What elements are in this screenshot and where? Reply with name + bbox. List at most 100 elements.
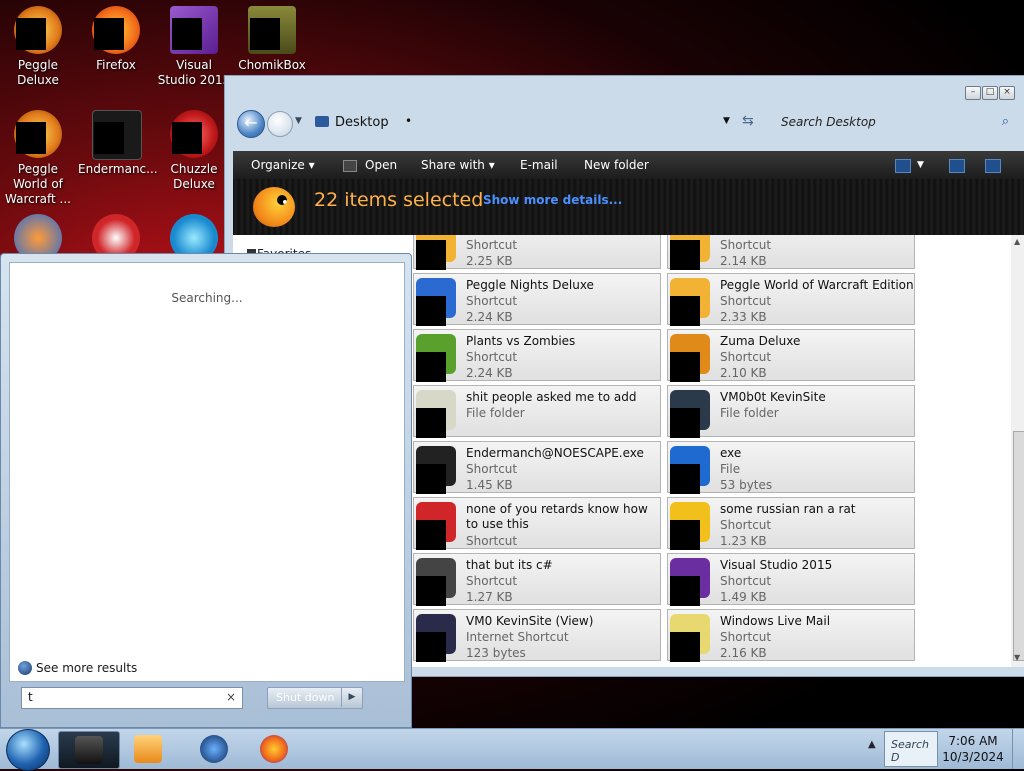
file-size: 2.16 KB (720, 646, 767, 660)
file-tile[interactable]: Shortcut 2.14 KB (667, 235, 915, 270)
globe-icon (18, 661, 32, 675)
maximize-button[interactable]: □ (982, 86, 998, 100)
email-button[interactable]: E-mail (520, 158, 558, 172)
help-icon[interactable] (985, 159, 1001, 173)
file-tile[interactable]: Windows Live Mail Shortcut 2.16 KB (667, 609, 915, 662)
file-tile[interactable]: shit people asked me to add File folder (413, 385, 661, 438)
file-tile[interactable]: that but its c# Shortcut 1.27 KB (413, 553, 661, 606)
open-button[interactable]: Open (343, 158, 397, 172)
file-size: 123 bytes (466, 646, 526, 660)
file-tile[interactable]: Peggle World of Warcraft Edition Shortcut… (667, 273, 915, 326)
desktop-icon-label: Endermanc... (78, 162, 158, 176)
taskbar-app[interactable] (184, 731, 244, 767)
file-icon (416, 558, 460, 606)
file-name: Plants vs Zombies (466, 334, 576, 348)
desktop-icon-chomikbox[interactable]: ChomikBox (234, 6, 310, 73)
desktop-icon-label: Firefox (96, 58, 136, 72)
file-icon (416, 390, 460, 438)
desktop-icon-visual-studio[interactable]: Visual Studio 2015 (156, 6, 232, 88)
taskbar-firefox[interactable] (244, 731, 304, 767)
firefox-icon (92, 6, 140, 54)
vertical-scrollbar[interactable]: ▲ ▼ (1011, 235, 1024, 667)
file-icon (416, 334, 460, 382)
file-type: Shortcut (720, 350, 772, 364)
scroll-down-icon[interactable]: ▼ (1014, 653, 1020, 662)
tray-search[interactable]: Search D (884, 731, 938, 767)
scroll-thumb[interactable] (1013, 431, 1024, 661)
clock[interactable]: 7:06 AM 10/3/2024 (940, 733, 1006, 765)
file-icon (416, 278, 460, 326)
desktop-icon-peggle-wow[interactable]: Peggle World of Warcraft ... (0, 110, 76, 207)
file-icon (670, 235, 714, 270)
view-dropdown-icon[interactable]: ▼ (917, 160, 924, 170)
desktop-icon-enderman[interactable]: Endermanc... (78, 110, 158, 177)
file-size: 1.45 KB (466, 478, 513, 492)
see-more-results-link[interactable]: See more results (36, 661, 137, 675)
minimize-button[interactable]: – (965, 86, 981, 100)
forward-button[interactable] (267, 111, 293, 137)
file-tile[interactable]: some russian ran a rat Shortcut 1.23 KB (667, 497, 915, 550)
open-label: Open (365, 158, 398, 172)
recent-pages-dropdown[interactable]: ▼ (295, 116, 302, 126)
new-folder-button[interactable]: New folder (584, 158, 649, 172)
address-text: Desktop (335, 115, 389, 130)
file-tile[interactable]: Zuma Deluxe Shortcut 2.10 KB (667, 329, 915, 382)
show-hidden-icons[interactable]: ▲ (868, 739, 876, 750)
breadcrumb-separator[interactable]: • (405, 114, 412, 128)
file-type: Shortcut (720, 518, 772, 532)
search-icon: ⌕ (1001, 114, 1009, 129)
file-tile[interactable]: VM0 KevinSite (View) Internet Shortcut 123… (413, 609, 661, 662)
file-tile[interactable]: VM0b0t KevinSite File folder (667, 385, 915, 438)
file-tile[interactable]: none of you retards know how to use this… (413, 497, 661, 550)
clock-time: 7:06 AM (948, 734, 998, 748)
close-button[interactable]: × (999, 86, 1015, 100)
desktop-icon-chuzzle[interactable]: Chuzzle Deluxe (156, 110, 232, 192)
file-size: 2.24 KB (466, 366, 513, 380)
file-icon (416, 614, 460, 662)
file-tile[interactable]: Shortcut 2.25 KB (413, 235, 661, 270)
shutdown-options-icon[interactable]: ▶ (341, 687, 362, 707)
taskbar-media-player[interactable] (118, 731, 178, 767)
start-search-input[interactable]: t × (21, 687, 243, 709)
file-icon (670, 558, 714, 606)
preview-pane-icon[interactable] (949, 159, 965, 173)
share-with-button[interactable]: Share with ▾ (421, 158, 495, 172)
peggle-icon (14, 6, 62, 54)
organize-label: Organize (251, 158, 305, 172)
folder-icon (315, 116, 329, 127)
file-icon (670, 334, 714, 382)
desktop-icon-firefox[interactable]: Firefox (78, 6, 154, 73)
refresh-icon[interactable]: ⇆ (742, 113, 754, 129)
file-size: 1.23 KB (720, 534, 767, 548)
open-icon (343, 159, 357, 172)
file-tile[interactable]: Endermanch@NOESCAPE.exe Shortcut 1.45 KB (413, 441, 661, 494)
file-tile[interactable]: Plants vs Zombies Shortcut 2.24 KB (413, 329, 661, 382)
desktop-icon-peggle[interactable]: Peggle Deluxe (0, 6, 76, 88)
file-size: 2.10 KB (720, 366, 767, 380)
media-player-icon (134, 735, 162, 763)
taskbar-explorer[interactable] (58, 731, 120, 769)
file-type: Shortcut (466, 294, 518, 308)
show-desktop-button[interactable] (1012, 729, 1024, 769)
clear-search-icon[interactable]: × (226, 690, 236, 704)
back-button[interactable]: ← (237, 110, 265, 138)
chuzzle-icon (170, 110, 218, 158)
file-tile[interactable]: Peggle Nights Deluxe Shortcut 2.24 KB (413, 273, 661, 326)
search-input[interactable]: Search Desktop ⌕ (773, 112, 1013, 134)
change-view-icon[interactable] (895, 159, 911, 173)
peggle-wow-icon (14, 110, 62, 158)
file-name: exe (720, 446, 742, 460)
file-tile[interactable]: exe File 53 bytes (667, 441, 915, 494)
file-tile[interactable]: Visual Studio 2015 Shortcut 1.49 KB (667, 553, 915, 606)
organize-button[interactable]: Organize ▾ (251, 158, 315, 172)
command-bar: Organize ▾ Open Share with ▾ E-mail New … (233, 151, 1024, 179)
show-more-details-link[interactable]: Show more details... (483, 193, 622, 207)
file-type: Shortcut (466, 462, 518, 476)
address-dropdown[interactable]: ▼ (723, 116, 730, 126)
start-button[interactable] (6, 729, 50, 771)
scroll-up-icon[interactable]: ▲ (1014, 237, 1020, 246)
file-icon (670, 446, 714, 494)
address-bar[interactable]: Desktop • (311, 112, 751, 134)
file-name: Peggle Nights Deluxe (466, 278, 594, 292)
file-type: Shortcut (720, 294, 772, 308)
